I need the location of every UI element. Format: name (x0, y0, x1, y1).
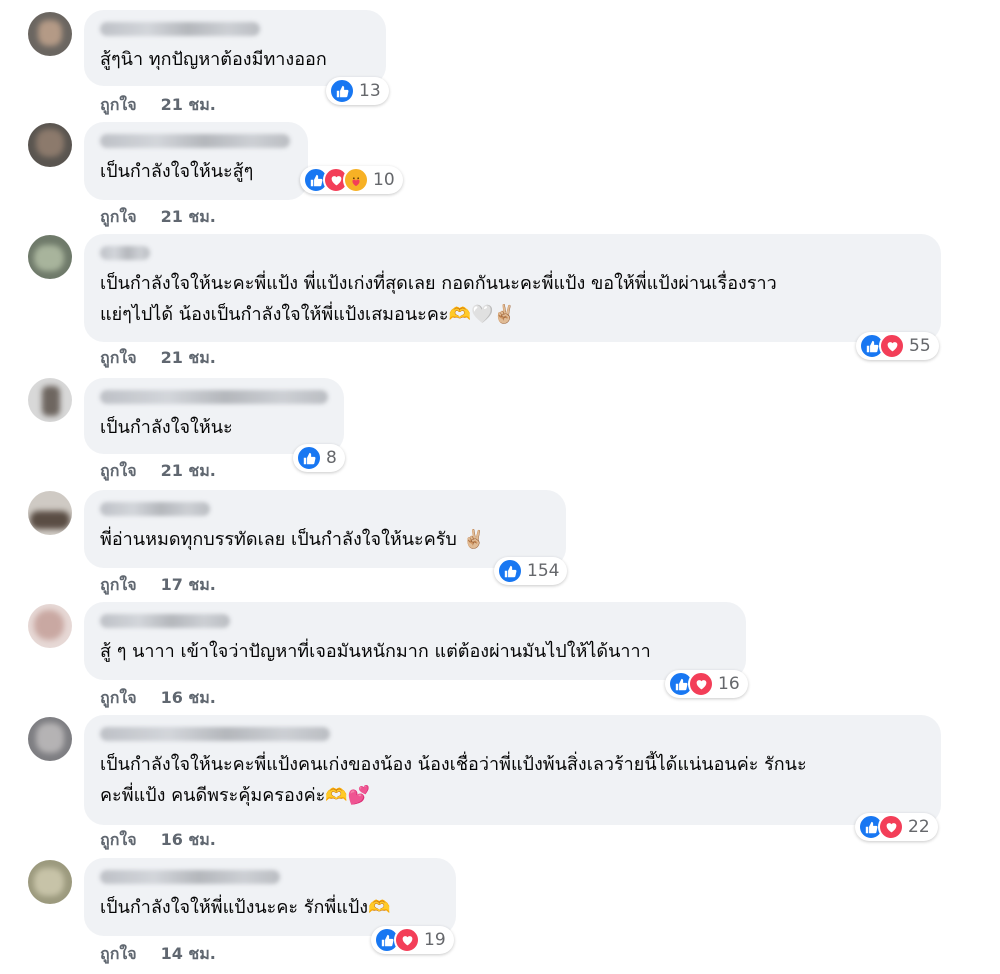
comment-text: เป็นกำลังใจให้นะ (100, 417, 233, 438)
comment-bubble: เป็นกำลังใจให้นะ (84, 378, 344, 454)
comment-text: เป็นกำลังใจให้นะสู้ๆ (100, 161, 254, 182)
comment-timestamp[interactable]: 14 ชม. (161, 942, 216, 967)
reaction-count: 19 (424, 930, 446, 950)
author-name-blurred[interactable] (100, 727, 330, 741)
avatar[interactable] (28, 491, 72, 535)
reaction-count: 55 (909, 336, 931, 356)
like-button[interactable]: ถูกใจ (100, 93, 137, 118)
reaction-count: 10 (373, 170, 395, 190)
like-button[interactable]: ถูกใจ (100, 942, 137, 967)
comment-timestamp[interactable]: 21 ชม. (161, 93, 216, 118)
avatar[interactable] (28, 860, 72, 904)
reaction-count: 13 (359, 81, 381, 101)
comment-timestamp[interactable]: 17 ชม. (161, 573, 216, 598)
like-button[interactable]: ถูกใจ (100, 205, 137, 230)
avatar[interactable] (28, 717, 72, 761)
like-reaction-icon (497, 558, 523, 584)
like-button[interactable]: ถูกใจ (100, 686, 137, 711)
avatar[interactable] (28, 235, 72, 279)
love-reaction-icon (879, 333, 905, 359)
comment-text: เป็นกำลังใจให้นะคะพี่แป้งคนเก่งของน้อง น… (100, 754, 807, 806)
reaction-count: 8 (326, 448, 337, 468)
reaction-count: 22 (908, 817, 930, 837)
author-name-blurred[interactable] (100, 614, 230, 628)
like-button[interactable]: ถูกใจ (100, 459, 137, 484)
author-name-blurred[interactable] (100, 870, 280, 884)
like-reaction-icon (329, 78, 355, 104)
love-reaction-icon (688, 671, 714, 697)
like-button[interactable]: ถูกใจ (100, 346, 137, 371)
comment-bubble: สู้ ๆ นาาา เข้าใจว่าปัญหาที่เจอมันหนักมา… (84, 602, 746, 680)
avatar[interactable] (28, 378, 72, 422)
comment-bubble: เป็นกำลังใจให้พี่แป้งนะคะ รักพี่แป้ง🫶 (84, 858, 456, 936)
avatar[interactable] (28, 12, 72, 56)
like-reaction-icon (296, 445, 322, 471)
comment-text: สู้ ๆ นาาา เข้าใจว่าปัญหาที่เจอมันหนักมา… (100, 641, 651, 662)
comment-text: สู้ๆนิา ทุกปัญหาต้องมีทางออก (100, 49, 327, 70)
comment-timestamp[interactable]: 21 ชม. (161, 459, 216, 484)
like-button[interactable]: ถูกใจ (100, 828, 137, 853)
comment-timestamp[interactable]: 16 ชม. (161, 828, 216, 853)
comment-timestamp[interactable]: 21 ชม. (161, 205, 216, 230)
comment-text: พี่อ่านหมดทุกบรรทัดเลย เป็นกำลังใจให้นะค… (100, 529, 485, 550)
comment-bubble: สู้ๆนิา ทุกปัญหาต้องมีทางออก (84, 10, 386, 86)
avatar[interactable] (28, 604, 72, 648)
reaction-count: 154 (527, 561, 560, 581)
like-button[interactable]: ถูกใจ (100, 573, 137, 598)
comment-bubble: เป็นกำลังใจให้นะสู้ๆ (84, 122, 308, 200)
comment-text: เป็นกำลังใจให้นะคะพี่แป้ง พี่แป้งเก่งที่… (100, 273, 777, 325)
care-reaction-icon (343, 167, 369, 193)
author-name-blurred[interactable] (100, 390, 328, 404)
comment-timestamp[interactable]: 21 ชม. (161, 346, 216, 371)
reaction-summary[interactable]: 16 (665, 670, 748, 698)
reaction-summary[interactable]: 154 (494, 557, 568, 585)
reaction-count: 16 (718, 674, 740, 694)
reaction-summary[interactable]: 55 (856, 332, 939, 360)
comment-bubble: พี่อ่านหมดทุกบรรทัดเลย เป็นกำลังใจให้นะค… (84, 490, 566, 568)
comment-text: เป็นกำลังใจให้พี่แป้งนะคะ รักพี่แป้ง🫶 (100, 897, 391, 918)
reaction-summary[interactable]: 22 (855, 813, 938, 841)
love-reaction-icon (394, 927, 420, 953)
author-name-blurred[interactable] (100, 134, 290, 148)
author-name-blurred[interactable] (100, 246, 150, 260)
comment-timestamp[interactable]: 16 ชม. (161, 686, 216, 711)
reaction-summary[interactable]: 13 (326, 77, 389, 105)
comment-bubble: เป็นกำลังใจให้นะคะพี่แป้ง พี่แป้งเก่งที่… (84, 234, 941, 342)
comment-bubble: เป็นกำลังใจให้นะคะพี่แป้งคนเก่งของน้อง น… (84, 715, 941, 825)
reaction-summary[interactable]: 8 (293, 444, 345, 472)
reaction-summary[interactable]: 10 (300, 166, 403, 194)
author-name-blurred[interactable] (100, 22, 260, 36)
love-reaction-icon (878, 814, 904, 840)
author-name-blurred[interactable] (100, 502, 210, 516)
avatar[interactable] (28, 123, 72, 167)
reaction-summary[interactable]: 19 (371, 926, 454, 954)
